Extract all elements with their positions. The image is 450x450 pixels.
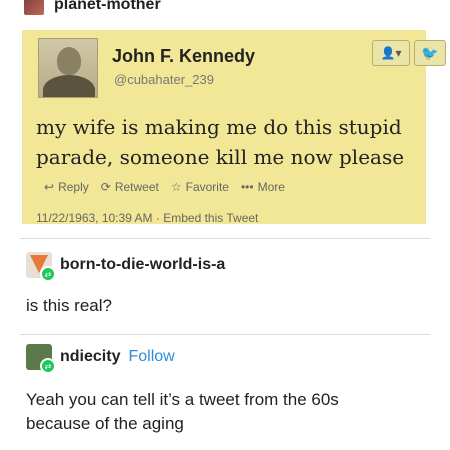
tweet-handle[interactable]: @cubahater_239 — [114, 72, 214, 87]
avatar[interactable]: ⇄ — [26, 344, 56, 374]
timestamp[interactable]: 11/22/1963, 10:39 AM — [36, 211, 153, 225]
more-icon: ••• — [240, 180, 254, 194]
embed-link[interactable]: Embed this Tweet — [163, 211, 258, 225]
shoulders-icon — [43, 75, 95, 97]
reply-icon: ↩ — [44, 180, 55, 194]
face-icon — [57, 47, 81, 75]
tweet-avatar[interactable] — [38, 38, 98, 98]
divider — [20, 238, 430, 239]
reply-text: Yeah you can tell it’s a tweet from the … — [26, 388, 339, 436]
action-label: Retweet — [114, 180, 159, 194]
reblog-icon: ⇄ — [40, 266, 56, 282]
tweet-card: John F. Kennedy @cubahater_239 👤▾ 🐦 my w… — [22, 30, 446, 225]
tweet-display-name[interactable]: John F. Kennedy — [112, 46, 255, 67]
reblog-icon: ⇄ — [40, 358, 56, 374]
retweet-action[interactable]: ⟳ Retweet — [101, 180, 159, 194]
retweet-icon: ⟳ — [100, 180, 111, 194]
action-label: Favorite — [185, 180, 229, 194]
divider — [20, 334, 430, 335]
star-icon: ☆ — [170, 180, 182, 194]
action-label: Reply — [58, 180, 89, 194]
reply2-header: ⇄ ndiecity Follow — [26, 344, 175, 374]
reply-text: is this real? — [26, 296, 112, 315]
op-username[interactable]: planet-mother — [54, 0, 161, 14]
reply-action[interactable]: ↩ Reply — [44, 180, 89, 194]
tweet-text: my wife is making me do this stupid para… — [36, 115, 405, 169]
favorite-action[interactable]: ☆ Favorite — [171, 180, 229, 194]
person-icon: 👤▾ — [380, 46, 402, 60]
op-header: planet-mother — [24, 0, 161, 18]
twitter-bird-icon[interactable]: 🐦 — [414, 40, 446, 66]
follow-link[interactable]: Follow — [128, 348, 174, 366]
username[interactable]: born-to-die-world-is-a — [60, 256, 225, 274]
action-label: More — [257, 180, 285, 194]
more-action[interactable]: ••• More — [241, 180, 285, 194]
tweet-actions: ↩ Reply ⟳ Retweet ☆ Favorite ••• More — [44, 180, 285, 194]
avatar[interactable] — [24, 0, 44, 15]
username[interactable]: ndiecity — [60, 348, 120, 366]
reply-line-2: because of the aging — [26, 414, 184, 433]
follow-button[interactable]: 👤▾ — [372, 40, 410, 66]
reply-line-1: Yeah you can tell it’s a tweet from the … — [26, 390, 339, 409]
reply1-header: ⇄ born-to-die-world-is-a — [26, 252, 225, 282]
tweet-meta: 11/22/1963, 10:39 AM · Embed this Tweet — [36, 211, 259, 225]
avatar[interactable]: ⇄ — [26, 252, 56, 282]
